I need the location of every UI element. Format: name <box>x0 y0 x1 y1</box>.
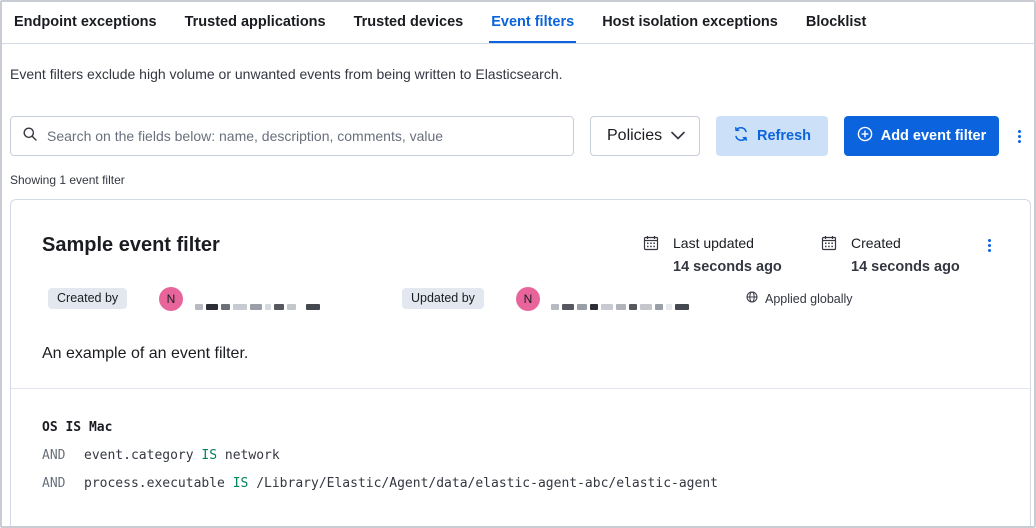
card-description: An example of an event filter. <box>42 345 249 362</box>
divider <box>11 388 1030 389</box>
refresh-label: Refresh <box>757 128 811 144</box>
search-input[interactable] <box>47 128 547 144</box>
add-event-filter-button[interactable]: Add event filter <box>844 116 999 156</box>
criteria-operator: IS <box>232 476 249 491</box>
last-updated-meta: Last updated 14 seconds ago <box>643 234 782 276</box>
chevron-down-icon <box>671 127 685 145</box>
avatar: N <box>159 287 183 311</box>
criteria-row: AND process.executable IS /Library/Elasti… <box>42 475 718 503</box>
criteria-value: Mac <box>88 420 113 435</box>
tab-endpoint-exceptions[interactable]: Endpoint exceptions <box>12 3 159 43</box>
updated-by-badge: Updated by <box>402 288 484 309</box>
redacted-username <box>195 297 323 310</box>
refresh-icon <box>733 126 749 146</box>
criteria-field: OS <box>42 420 58 435</box>
criteria-row: OS IS Mac <box>42 419 718 447</box>
created-by-badge: Created by <box>48 288 128 309</box>
calendar-icon <box>821 235 837 276</box>
policies-label: Policies <box>607 127 663 144</box>
tab-host-isolation-exceptions[interactable]: Host isolation exceptions <box>600 3 780 43</box>
policies-dropdown[interactable]: Policies <box>590 116 700 156</box>
applied-label: Applied globally <box>765 291 853 306</box>
last-updated-label: Last updated <box>673 235 754 251</box>
card-actions-icon[interactable] <box>986 237 992 253</box>
tab-trusted-applications[interactable]: Trusted applications <box>183 3 328 43</box>
criteria-list: OS IS Mac AND event.category IS network A… <box>42 419 718 503</box>
criteria-field: event.category <box>84 448 194 463</box>
criteria-value: /Library/Elastic/Agent/data/elastic-agen… <box>256 476 718 491</box>
criteria-conjunction: AND <box>42 448 66 463</box>
plus-circle-icon <box>857 126 873 146</box>
last-updated-value: 14 seconds ago <box>673 259 782 275</box>
redacted-username <box>551 297 692 310</box>
page-description: Event filters exclude high volume or unw… <box>10 66 563 82</box>
globe-icon <box>746 291 758 306</box>
refresh-button[interactable]: Refresh <box>716 116 828 156</box>
tab-bar: Endpoint exceptions Trusted applications… <box>2 2 1034 44</box>
created-meta: Created 14 seconds ago <box>821 234 960 276</box>
add-event-filter-label: Add event filter <box>880 128 987 144</box>
avatar: N <box>516 287 540 311</box>
criteria-field: process.executable <box>84 476 225 491</box>
created-label: Created <box>851 235 901 251</box>
tab-event-filters[interactable]: Event filters <box>489 3 577 43</box>
results-count: Showing 1 event filter <box>10 173 125 187</box>
tab-trusted-devices[interactable]: Trusted devices <box>352 3 466 43</box>
event-filter-card: Sample event filter Last updated 14 seco… <box>10 199 1031 526</box>
criteria-operator: IS <box>201 448 218 463</box>
tab-blocklist[interactable]: Blocklist <box>804 3 868 43</box>
criteria-conjunction: AND <box>42 476 66 491</box>
search-icon <box>23 127 37 146</box>
vertical-dots-icon[interactable] <box>1012 126 1026 146</box>
created-value: 14 seconds ago <box>851 259 960 275</box>
app-frame: Endpoint exceptions Trusted applications… <box>0 0 1036 528</box>
calendar-icon <box>643 235 659 276</box>
card-title: Sample event filter <box>42 234 220 256</box>
search-box[interactable] <box>10 116 574 156</box>
applied-globally: Applied globally <box>746 291 853 306</box>
criteria-value: network <box>224 448 280 463</box>
criteria-row: AND event.category IS network <box>42 447 718 475</box>
criteria-operator: IS <box>65 420 82 435</box>
